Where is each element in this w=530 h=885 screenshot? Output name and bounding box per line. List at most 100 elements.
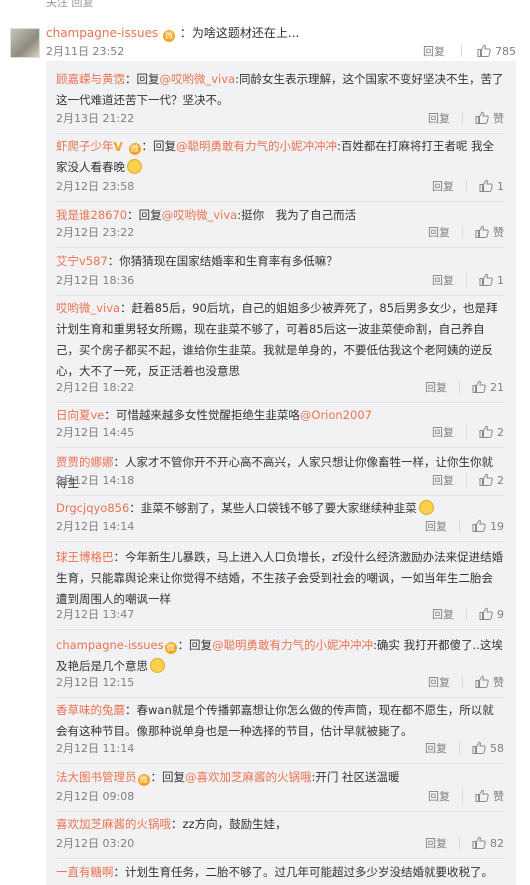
mention-link[interactable]: @喜欢加芝麻酱的火锅哦 [185, 770, 312, 784]
reply-footer: 2月12日 11:14 回复 58 [56, 741, 504, 757]
comment-date: 2月11日 23:52 [46, 45, 125, 58]
like-button[interactable]: 2 [479, 425, 504, 441]
reply-button[interactable]: 回复 [425, 380, 447, 396]
username-link[interactable]: 虾爬子少年 [56, 139, 114, 153]
comment-footer: 2月11日 23:52 回复 785 [46, 44, 516, 60]
like-button[interactable]: 21 [472, 380, 504, 396]
like-count: 1 [497, 180, 504, 193]
username-link[interactable]: 我是谁28670 [56, 208, 127, 222]
like-button[interactable]: 2 [479, 473, 504, 489]
like-button[interactable]: 赞 [475, 225, 504, 241]
reply-item: 我是谁28670：回复@哎哟微_viva:挺你 我为了自己而活 2月12日 23:… [56, 205, 504, 248]
username-link[interactable]: 喜欢加芝麻酱的火锅哦 [56, 817, 171, 831]
like-button[interactable]: 785 [477, 44, 516, 60]
reply-item: 球王博格巴：今年新生儿暴跌，马上进入人口负增长，zf没什么经济激励办法来促进结婚… [56, 547, 504, 630]
reply-date: 2月12日 09:08 [56, 790, 135, 803]
reply-item: 日向夏ve：可惜越来越多女性觉醒拒绝生韭菜咯@Orion2007 2月12日 14… [56, 405, 504, 448]
like-button[interactable]: 1 [479, 179, 504, 195]
username-link[interactable]: 顾嘉嵘与黄霑 [56, 72, 125, 86]
username-link[interactable]: 一直有糖啊 [56, 865, 114, 879]
reply-footer: 2月12日 18:22 回复 21 [56, 380, 504, 396]
username-link[interactable]: 日向夏ve [56, 408, 104, 422]
divider [56, 201, 504, 202]
reply-item: champagne-issues 微：回复@聪明勇敢有力气的小妮冲冲冲:确实 我打… [56, 635, 504, 698]
like-button[interactable]: 58 [472, 741, 504, 757]
mention-link[interactable]: @聪明勇敢有力气的小妮冲冲冲 [212, 638, 373, 652]
reply-button[interactable]: 回复 [428, 111, 450, 127]
reply-button[interactable]: 回复 [423, 44, 445, 60]
reply-actions: 回复 58 [425, 741, 504, 757]
reply-footer: 2月12日 23:58 回复 1 [56, 179, 504, 195]
reply-button[interactable]: 回复 [432, 425, 454, 441]
reply-date: 2月12日 13:47 [56, 608, 135, 621]
reply-date: 2月12日 23:22 [56, 226, 135, 239]
username-link[interactable]: 哎哟微_viva [56, 301, 120, 315]
replies-list: 顾嘉嵘与黄霑：回复@哎哟微_viva:同龄女生表示理解，这个国家不变好坚决不生，… [46, 61, 516, 885]
weibo-member-badge-icon: 微 [164, 642, 177, 654]
like-button[interactable]: 9 [479, 607, 504, 623]
username-link[interactable]: 香草味的兔蘑 [56, 703, 125, 717]
divider [459, 381, 460, 393]
username-link[interactable]: 艾宁v587 [56, 254, 108, 268]
mention-link[interactable]: @哎哟微_viva [160, 72, 236, 86]
reply-body: 球王博格巴：今年新生儿暴跌，马上进入人口负增长，zf没什么经济激励办法来促进结婚… [56, 547, 504, 610]
username-link[interactable]: champagne-issues [46, 26, 158, 40]
username-link[interactable]: 法大图书管理员 [56, 770, 137, 784]
like-count: 赞 [493, 226, 504, 239]
divider [56, 858, 504, 859]
thumbs-up-icon [475, 111, 489, 124]
like-button[interactable]: 赞 [475, 675, 504, 691]
reply-button[interactable]: 回复 [432, 273, 454, 289]
reply-text: ：计划生育任务，二胎不够了。过几年可能超过多少岁没结婚就要收税了。 [113, 865, 494, 879]
divider [56, 495, 504, 496]
reply-button[interactable]: 回复 [432, 607, 454, 623]
reply-button[interactable]: 回复 [428, 675, 450, 691]
mention-link[interactable]: @Orion2007 [300, 408, 372, 422]
username-link[interactable]: champagne-issues [56, 638, 164, 652]
reply-button[interactable]: 回复 [425, 741, 447, 757]
divider [462, 676, 463, 688]
thumbs-up-icon [477, 44, 491, 57]
like-count: 82 [490, 837, 504, 850]
like-button[interactable]: 赞 [475, 789, 504, 805]
reply-button[interactable]: 回复 [428, 789, 450, 805]
reply-date: 2月12日 14:18 [56, 474, 135, 487]
reply-date: 2月13日 21:22 [56, 112, 135, 125]
reply-prefix: ：回复 [127, 208, 162, 222]
mention-link[interactable]: @聪明勇敢有力气的小妮冲冲冲 [176, 139, 337, 153]
reply-body: Drgcjqyo856：韭菜不够割了，某些人口袋钱不够了要大家继续种韭菜 [56, 498, 504, 519]
reply-text: ：你猜猜现在国家结婚率和生育率有多低嘛？ [107, 254, 338, 268]
reply-footer: 2月12日 14:45 回复 2 [56, 425, 504, 441]
like-count: 2 [497, 474, 504, 487]
reply-date: 2月12日 23:58 [56, 180, 135, 193]
like-button[interactable]: 82 [472, 836, 504, 852]
mention-link[interactable]: @哎哟微_viva [162, 208, 238, 222]
reply-button[interactable]: 回复 [425, 836, 447, 852]
avatar[interactable] [10, 28, 40, 58]
username-link[interactable]: 球王博格巴 [56, 550, 114, 564]
reply-footer: 2月12日 14:18 回复 2 [56, 473, 504, 489]
reply-body: 香草味的兔蘑：春wan就是个传播郭嘉想让你怎么做的传声筒，现在都不愿生，所以就会… [56, 700, 504, 742]
username-link[interactable]: 贾贾的娜娜 [56, 455, 114, 469]
divider [462, 790, 463, 802]
like-count: 785 [495, 45, 516, 58]
like-button[interactable]: 19 [472, 519, 504, 535]
reply-footer: 2月12日 12:15 回复 赞 [56, 675, 504, 691]
reply-body: champagne-issues 微：回复@聪明勇敢有力气的小妮冲冲冲:确实 我打… [56, 635, 504, 677]
like-button[interactable]: 赞 [475, 111, 504, 127]
reply-date: 2月12日 03:20 [56, 837, 135, 850]
like-button[interactable]: 1 [479, 273, 504, 289]
reply-button[interactable]: 回复 [432, 473, 454, 489]
reply-body: 日向夏ve：可惜越来越多女性觉醒拒绝生韭菜咯@Orion2007 [56, 405, 504, 426]
reply-button[interactable]: 回复 [425, 519, 447, 535]
divider [466, 426, 467, 438]
weibo-member-badge-icon: 微 [128, 143, 141, 155]
reply-text: ：zz方向，鼓励生娃， [171, 817, 287, 831]
reply-footer: 2月12日 18:36 回复 1 [56, 273, 504, 289]
reply-button[interactable]: 回复 [432, 179, 454, 195]
reply-button[interactable]: 回复 [428, 225, 450, 241]
reply-actions: 回复 1 [432, 273, 504, 289]
reply-item: 顾嘉嵘与黄霑：回复@哎哟微_viva:同龄女生表示理解，这个国家不变好坚决不生，… [56, 69, 504, 134]
username-link[interactable]: Drgcjqyo856 [56, 501, 129, 515]
like-count: 58 [490, 742, 504, 755]
